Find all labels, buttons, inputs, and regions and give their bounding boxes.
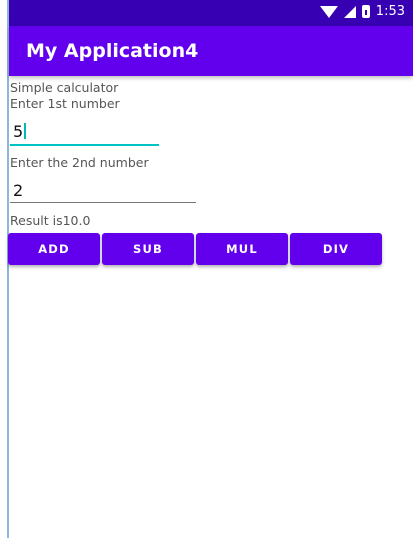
second-number-underline	[10, 202, 196, 203]
gutter-line	[7, 0, 9, 538]
status-time: 1:53	[375, 4, 405, 19]
div-button[interactable]: DIV	[290, 233, 382, 265]
sub-button[interactable]: SUB	[102, 233, 194, 265]
status-icons: 1:53	[319, 4, 405, 19]
heading-text: Simple calculator	[10, 80, 119, 95]
label-first-number: Enter 1st number	[10, 96, 120, 111]
button-row: ADD SUB MUL DIV	[8, 233, 382, 265]
signal-icon	[343, 5, 356, 18]
text-cursor	[24, 123, 27, 139]
add-button[interactable]: ADD	[8, 233, 100, 265]
app-title: My Application4	[26, 40, 199, 62]
first-number-underline	[10, 144, 159, 146]
label-second-number: Enter the 2nd number	[10, 155, 149, 170]
first-number-input[interactable]: 5	[10, 122, 159, 148]
mul-button[interactable]: MUL	[196, 233, 288, 265]
status-bar: 1:53	[9, 0, 413, 26]
first-number-value: 5	[13, 122, 24, 141]
second-number-input[interactable]: 2	[10, 181, 196, 207]
wifi-icon	[319, 5, 338, 18]
result-text: Result is10.0	[10, 213, 91, 228]
app-bar: My Application4	[9, 26, 413, 76]
battery-icon	[361, 5, 370, 18]
second-number-value: 2	[13, 181, 24, 200]
